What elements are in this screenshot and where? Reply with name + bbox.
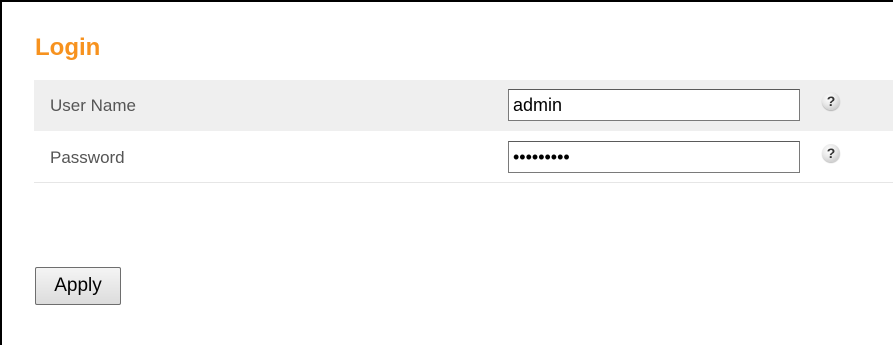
form-row-password: Password ? [34, 132, 893, 183]
apply-button[interactable]: Apply [35, 267, 121, 305]
username-label: User Name [50, 96, 136, 115]
question-mark-icon[interactable]: ? [822, 92, 840, 110]
login-panel: Login User Name ? Password ? Apply [0, 0, 893, 345]
password-input[interactable] [508, 141, 800, 173]
question-mark-icon[interactable]: ? [822, 144, 840, 162]
form-row-username: User Name ? [34, 80, 893, 131]
page-title: Login [35, 34, 101, 61]
password-label: Password [50, 148, 125, 167]
username-input[interactable] [508, 89, 800, 121]
